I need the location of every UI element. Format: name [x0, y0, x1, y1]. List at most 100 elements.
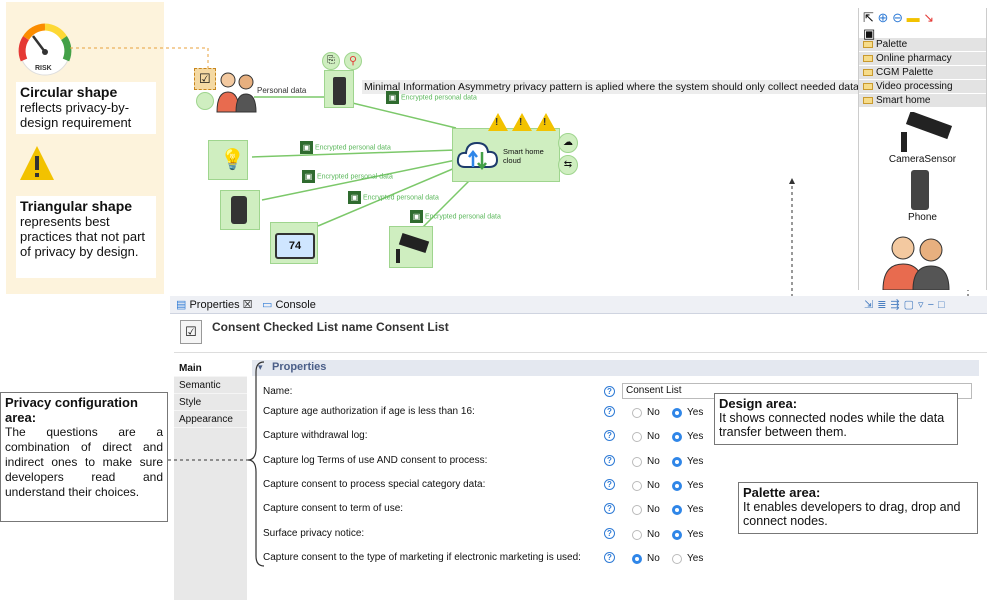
no-radio[interactable]	[632, 530, 642, 540]
yes-label: Yes	[687, 456, 704, 467]
design-area-callout: Design area: It shows connected nodes wh…	[714, 393, 958, 445]
no-radio[interactable]	[632, 432, 642, 442]
help-icon[interactable]: ?	[604, 455, 615, 466]
thermostat-node[interactable]: 74	[270, 222, 318, 264]
smart-lock-icon	[231, 196, 247, 224]
no-radio[interactable]	[632, 408, 642, 418]
encrypted-edge-label: ▣ Encrypted personal data	[302, 170, 393, 183]
palette-item-phone[interactable]: Phone	[859, 212, 986, 223]
yes-label: Yes	[687, 529, 704, 540]
lock-icon: ▣	[410, 210, 423, 223]
yes-radio[interactable]	[672, 554, 682, 564]
yes-radio[interactable]	[672, 408, 682, 418]
design-callout-desc: It shows connected nodes while the data …	[719, 411, 945, 439]
console-icon: ▭	[262, 299, 273, 311]
no-radio[interactable]	[632, 554, 642, 564]
no-radio[interactable]	[632, 505, 642, 515]
doc-circle-icon[interactable]: ⎘	[322, 52, 340, 70]
help-icon[interactable]: ?	[604, 503, 615, 514]
no-radio[interactable]	[632, 457, 642, 467]
help-icon[interactable]: ?	[604, 430, 615, 441]
smart-bulb-node[interactable]: 💡	[208, 140, 248, 180]
yes-radio[interactable]	[672, 457, 682, 467]
privacy-config-callout: Privacy configuration area: The question…	[0, 392, 168, 522]
no-label: No	[647, 529, 660, 540]
cloud-icon	[456, 141, 499, 171]
privacy-callout-title: Privacy configuration area:	[5, 395, 138, 425]
question-label: Capture consent to term of use:	[263, 503, 404, 514]
yes-radio[interactable]	[672, 481, 682, 491]
warning-triangle-icon[interactable]: !	[536, 113, 556, 131]
privacy-circle-node[interactable]	[196, 92, 214, 110]
palette-folder[interactable]: Video processing	[859, 80, 986, 94]
folder-icon	[863, 82, 873, 90]
smart-home-cloud-node[interactable]: Smart home cloud	[452, 128, 560, 182]
privacy-bracket	[168, 361, 265, 567]
no-radio[interactable]	[632, 481, 642, 491]
help-icon[interactable]: ?	[604, 406, 615, 417]
yes-radio[interactable]	[672, 505, 682, 515]
no-label: No	[647, 407, 660, 418]
palette-item-camerasensor[interactable]: CameraSensor	[859, 154, 986, 165]
properties-section-header[interactable]: ▾ Properties	[252, 360, 979, 376]
help-icon[interactable]: ?	[604, 528, 615, 539]
close-icon[interactable]: ☒	[243, 299, 253, 311]
encrypted-edge-label: ▣ Encrypted personal data	[410, 210, 501, 223]
thermostat-display: 74	[275, 233, 315, 259]
folder-icon	[863, 40, 873, 48]
camera-sensor-icon[interactable]	[897, 112, 957, 154]
no-label: No	[647, 456, 660, 467]
tab-properties[interactable]: ▤ Properties ☒	[176, 298, 253, 312]
warning-triangle-icon[interactable]: !	[512, 113, 532, 131]
yes-label: Yes	[687, 480, 704, 491]
users-icon[interactable]	[877, 232, 957, 290]
select-icon[interactable]: ⇱	[863, 10, 874, 25]
no-label: No	[647, 431, 660, 442]
palette-callout-title: Palette area:	[743, 485, 821, 500]
phone-icon[interactable]	[911, 170, 929, 210]
help-icon[interactable]: ?	[604, 386, 615, 397]
question-label: Surface privacy notice:	[263, 528, 365, 539]
yes-radio[interactable]	[672, 432, 682, 442]
smart-lock-node[interactable]	[220, 190, 260, 230]
tab-console[interactable]: ▭ Console	[262, 298, 316, 312]
help-icon[interactable]: ?	[604, 479, 615, 490]
device-sync-icon[interactable]: ⇆	[558, 155, 578, 175]
question-label: Capture consent to the type of marketing…	[263, 552, 581, 563]
note-icon[interactable]: ▬	[907, 10, 920, 25]
phone-node[interactable]	[324, 70, 354, 108]
camera-node[interactable]	[389, 226, 433, 268]
palette-folder[interactable]: CGM Palette	[859, 66, 986, 80]
consent-list-node[interactable]: ☑	[194, 68, 216, 90]
zoom-out-icon[interactable]: ⊖	[892, 10, 903, 25]
warning-triangle-icon[interactable]: !	[488, 113, 508, 131]
yes-label: Yes	[687, 431, 704, 442]
view-toolbar[interactable]: ⇲≣⇶▢▿−□	[864, 298, 949, 312]
design-callout-title: Design area:	[719, 396, 798, 411]
palette-folder[interactable]: Smart home	[859, 94, 986, 108]
palette-folder[interactable]: Palette	[859, 38, 986, 52]
help-icon[interactable]: ?	[604, 552, 615, 563]
palette-toolbar: ⇱ ⊕ ⊖ ▬ ↘ ▣	[859, 8, 986, 41]
palette-panel: ⇱ ⊕ ⊖ ▬ ↘ ▣ Palette Online pharmacy CGM …	[858, 8, 987, 290]
no-label: No	[647, 553, 660, 564]
properties-tab-bar: ▤ Properties ☒ ▭ Console ⇲≣⇶▢▿−□	[170, 296, 987, 314]
connector-icon[interactable]: ↘	[923, 10, 934, 25]
lock-icon: ▣	[300, 141, 313, 154]
properties-icon: ▤	[176, 299, 187, 311]
cloud-sync-icon[interactable]: ☁	[558, 133, 578, 153]
light-bulb-icon: 💡	[220, 149, 245, 171]
folder-icon	[863, 96, 873, 104]
zoom-in-icon[interactable]: ⊕	[878, 10, 889, 25]
location-pin-icon[interactable]: ⚲	[344, 52, 362, 70]
palette-area-callout: Palette area: It enables developers to d…	[738, 482, 978, 534]
question-label: Capture consent to process special categ…	[263, 479, 486, 490]
question-label: Capture withdrawal log:	[263, 430, 368, 441]
question-label: Capture age authorization if age is less…	[263, 406, 475, 417]
no-label: No	[647, 504, 660, 515]
yes-radio[interactable]	[672, 530, 682, 540]
divider	[174, 352, 987, 353]
no-label: No	[647, 480, 660, 491]
palette-folder[interactable]: Online pharmacy	[859, 52, 986, 66]
question-label: Capture log Terms of use AND consent to …	[263, 455, 488, 466]
